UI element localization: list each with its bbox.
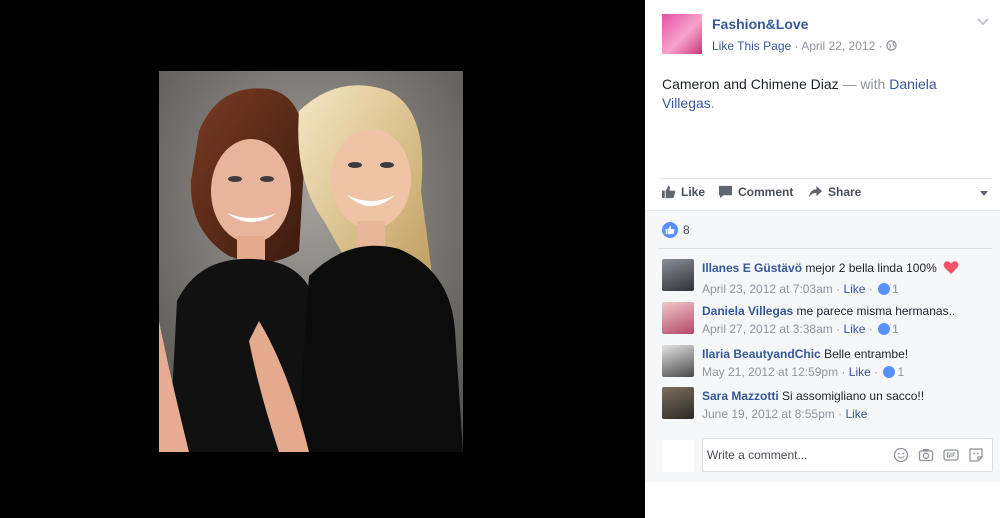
- comment-body: Sara Mazzotti Si assomigliano un sacco!!…: [702, 387, 924, 423]
- comment-item: Illanes E Güstävö mejor 2 bella linda 10…: [662, 259, 992, 299]
- share-label: Share: [828, 185, 862, 199]
- comment-button[interactable]: Comment: [718, 185, 793, 199]
- caption-text: Cameron and Chimene Diaz: [662, 76, 839, 92]
- comment-text: mejor 2 bella linda 100%: [805, 261, 937, 275]
- comment-body: Ilaria BeautyandChic Belle entrambe! May…: [702, 345, 908, 381]
- caret-down-icon[interactable]: [980, 191, 988, 196]
- comment-item: Ilaria BeautyandChic Belle entrambe! May…: [662, 345, 992, 385]
- comment-input[interactable]: [707, 448, 887, 462]
- page-avatar[interactable]: [662, 14, 702, 54]
- comment-time[interactable]: June 19, 2012 at 8:55pm: [702, 407, 835, 421]
- reaction-count: 8: [683, 223, 690, 237]
- composer-icons: [893, 447, 984, 463]
- comment-like-link[interactable]: Like: [845, 407, 867, 421]
- like-reaction-icon: [878, 283, 891, 295]
- post-meta: Like This Page · April 22, 2012 ·: [712, 39, 897, 54]
- caption-end: .: [710, 95, 715, 111]
- caption-with: — with: [842, 76, 886, 92]
- page-name-link[interactable]: Fashion&Love: [712, 16, 808, 32]
- comment-like-link[interactable]: Like: [843, 322, 865, 336]
- composer-avatar: [662, 440, 694, 472]
- post-side-panel: Fashion&Love Like This Page · April 22, …: [645, 0, 1000, 518]
- like-button[interactable]: Like: [661, 185, 705, 199]
- comment-composer: [662, 438, 993, 474]
- post-date[interactable]: April 22, 2012: [801, 39, 875, 53]
- comment-icon: [718, 185, 733, 199]
- comment-body: Daniela Villegas me parece misma hermana…: [702, 302, 955, 338]
- comment-text: Belle entrambe!: [824, 347, 909, 361]
- comment-like-count[interactable]: 1: [897, 365, 904, 379]
- sticker-icon[interactable]: [968, 447, 984, 463]
- comment-avatar[interactable]: [662, 302, 694, 334]
- post-caption: Cameron and Chimene Diaz — with Daniela …: [662, 75, 982, 113]
- comment-time[interactable]: April 27, 2012 at 3:38am: [702, 322, 833, 336]
- gif-icon[interactable]: [943, 447, 959, 463]
- post-header: Fashion&Love Like This Page · April 22, …: [662, 14, 990, 58]
- like-page-link[interactable]: Like This Page: [712, 39, 791, 53]
- comment-like-count[interactable]: 1: [892, 322, 899, 336]
- comment-avatar[interactable]: [662, 259, 694, 291]
- photo-stage[interactable]: [0, 0, 645, 518]
- like-label: Like: [681, 185, 706, 199]
- comment-author[interactable]: Ilaria BeautyandChic: [702, 347, 821, 361]
- chevron-down-icon[interactable]: [976, 14, 990, 32]
- comment-text: Si assomigliano un sacco!!: [782, 389, 925, 403]
- globe-icon: [886, 40, 897, 54]
- comment-like-count[interactable]: 1: [892, 282, 899, 296]
- like-reaction-icon: [878, 323, 891, 335]
- share-icon: [808, 185, 823, 199]
- comment-avatar[interactable]: [662, 345, 694, 377]
- heart-icon: [943, 260, 959, 280]
- comment-author[interactable]: Daniela Villegas: [702, 304, 793, 318]
- photo-illustration: [159, 71, 463, 452]
- comment-time[interactable]: April 23, 2012 at 7:03am: [702, 282, 833, 296]
- post-photo[interactable]: [159, 71, 463, 452]
- emoji-icon[interactable]: [893, 447, 909, 463]
- divider: [659, 248, 992, 249]
- comment-input-box[interactable]: [702, 438, 993, 472]
- comment-avatar[interactable]: [662, 387, 694, 419]
- comment-item: Daniela Villegas me parece misma hermana…: [662, 302, 992, 342]
- like-reaction-icon: [883, 366, 896, 378]
- comments-section: 8 Illanes E Güstävö mejor 2 bella linda …: [645, 210, 1000, 482]
- meta-separator: ·: [878, 39, 886, 53]
- comment-meta: April 27, 2012 at 3:38am · Like · 1: [702, 322, 899, 336]
- comment-body: Illanes E Güstävö mejor 2 bella linda 10…: [702, 259, 959, 298]
- camera-icon[interactable]: [918, 447, 934, 463]
- comment-time[interactable]: May 21, 2012 at 12:59pm: [702, 365, 838, 379]
- comment-item: Sara Mazzotti Si assomigliano un sacco!!…: [662, 387, 992, 427]
- thumbs-up-icon: [661, 185, 676, 199]
- share-button[interactable]: Share: [808, 185, 861, 199]
- comment-like-link[interactable]: Like: [849, 365, 871, 379]
- comment-meta: April 23, 2012 at 7:03am · Like · 1: [702, 282, 899, 296]
- comment-like-link[interactable]: Like: [843, 282, 865, 296]
- comment-meta: May 21, 2012 at 12:59pm · Like · 1: [702, 365, 905, 379]
- comment-text: me parece misma hermanas..: [796, 304, 956, 318]
- comment-meta: June 19, 2012 at 8:55pm · Like: [702, 407, 868, 421]
- reaction-summary[interactable]: 8: [662, 222, 690, 238]
- comment-author[interactable]: Illanes E Güstävö: [702, 261, 802, 275]
- like-reaction-icon: [662, 222, 678, 238]
- comment-author[interactable]: Sara Mazzotti: [702, 389, 779, 403]
- post-actions: Like Comment Share: [660, 178, 992, 208]
- comment-label: Comment: [738, 185, 794, 199]
- facebook-photo-viewer: Fashion&Love Like This Page · April 22, …: [0, 0, 1000, 518]
